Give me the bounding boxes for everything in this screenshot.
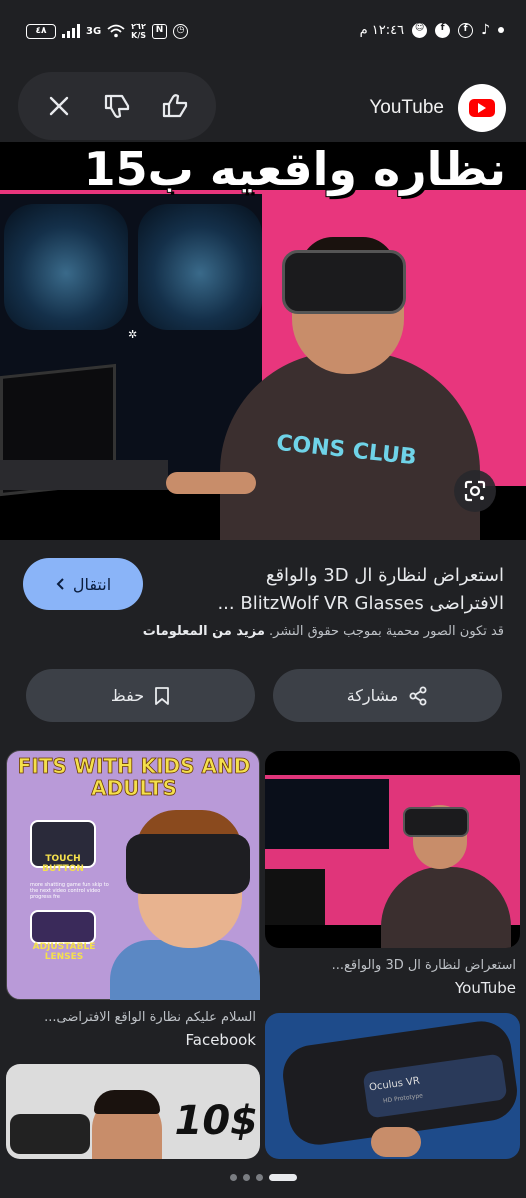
save-label: حفظ [110, 686, 145, 705]
hero-image[interactable]: ✲ CONS CLUB نظاره واقعيه ب15 [0, 142, 526, 540]
related-title: استعراض لنظارة ال 3D والواقع... [331, 958, 516, 973]
result-title-line-1: استعراض لنظارة ال 3D والواقع [265, 565, 504, 586]
pager-dot [255, 1174, 263, 1181]
battery-icon: ٤٨ [26, 23, 56, 39]
pager-dot [242, 1174, 250, 1181]
touch-button-label: TOUCH BUTTON [42, 854, 84, 874]
thumb-up-button[interactable] [155, 86, 195, 126]
share-button[interactable]: مشاركة [273, 669, 502, 722]
status-time: ١٢:٤٦ م [359, 22, 405, 38]
notification-dot-icon [498, 27, 504, 33]
close-icon [49, 96, 69, 116]
related-card-dollar[interactable]: 10$ [6, 1064, 260, 1159]
thumb-up-icon [162, 94, 188, 118]
pager-active [268, 1174, 297, 1181]
page-indicator [0, 1174, 526, 1181]
kids-image-title: FITS WITH KIDS AND ADULTS [17, 754, 251, 800]
hero-overlay-title: نظاره واقعيه ب15 [83, 142, 507, 197]
source-header[interactable]: YouTube [369, 84, 506, 132]
net-speed-unit: K/S [131, 31, 147, 40]
visit-label: انتقال [72, 574, 112, 594]
visit-button[interactable]: انتقال [23, 558, 143, 610]
bookmark-icon [155, 686, 169, 705]
touch-button-desc: more shatting game fun skip to the next … [30, 882, 109, 900]
battery-level: ٤٨ [35, 25, 47, 36]
chevron-left-icon [56, 578, 64, 590]
facebook-outline-icon: f [458, 22, 474, 38]
feedback-pill [18, 72, 216, 140]
alarm-icon: ◷ [173, 23, 189, 39]
net-speed: ٢٦٢ K/S [131, 22, 146, 40]
lenses-image [30, 910, 96, 944]
related-card-oculus[interactable]: Oculus VR HD Prototype [265, 1013, 520, 1159]
close-button[interactable] [39, 86, 79, 126]
thumb-down-button[interactable] [97, 86, 137, 126]
vr-headset-image [282, 250, 406, 314]
person-arm [166, 472, 256, 494]
signal-icon [62, 24, 80, 38]
status-left: ٤٨ 3G ٢٦٢ K/S N ◷ [26, 22, 189, 40]
save-button[interactable]: حفظ [26, 669, 255, 722]
status-right: ١٢:٤٦ م ☺ f f ♪ [360, 22, 504, 38]
pager-dot [229, 1174, 237, 1181]
wifi-icon [107, 24, 125, 38]
result-title[interactable]: استعراض لنظارة ال 3D والواقع الافتراضى B… [164, 562, 504, 618]
net-speed-value: ٢٦٢ [131, 22, 146, 31]
more-info-link[interactable]: مزيد من المعلومات [143, 624, 265, 639]
dollar-image-text: 10$ [174, 1098, 259, 1144]
result-title-line-2: الافتراضى BlitzWolf VR Glasses ... [217, 593, 504, 614]
related-card-youtube[interactable] [265, 751, 520, 948]
snapchat-icon: ☺ [412, 22, 428, 38]
nfc-icon: N [152, 23, 168, 39]
related-source: YouTube [455, 979, 516, 997]
youtube-logo-icon [458, 84, 506, 132]
google-lens-button[interactable] [454, 470, 496, 512]
related-title: السلام عليكم نظارة الواقع الافتراضى... [44, 1010, 256, 1025]
copyright-text: قد تكون الصور محمية بموجب حقوق النشر. [264, 624, 504, 639]
laptop-base [0, 460, 168, 490]
google-lens-icon [464, 480, 486, 502]
network-type: 3G [86, 25, 102, 37]
status-bar: ٤٨ 3G ٢٦٢ K/S N ◷ ١٢:٤٦ م ☺ f f ♪ [0, 0, 526, 60]
related-caption-youtube[interactable]: استعراض لنظارة ال 3D والواقع... YouTube [270, 958, 516, 997]
facebook-icon: f [435, 22, 451, 38]
source-name: YouTube [369, 97, 444, 118]
lenses-label: ADJUSTABLE LENSES [32, 942, 96, 962]
share-label: مشاركة [346, 686, 399, 705]
thumb-down-icon [104, 94, 130, 118]
related-source: Facebook [185, 1031, 256, 1049]
related-caption-facebook[interactable]: السلام عليكم نظارة الواقع الافتراضى... F… [10, 1010, 256, 1049]
share-icon [409, 686, 427, 705]
tiktok-icon: ♪ [481, 22, 490, 38]
copyright-notice: قد تكون الصور محمية بموجب حقوق النشر. مز… [24, 624, 504, 639]
kid-shirt [110, 940, 260, 1000]
kid-vr-headset [126, 834, 250, 894]
